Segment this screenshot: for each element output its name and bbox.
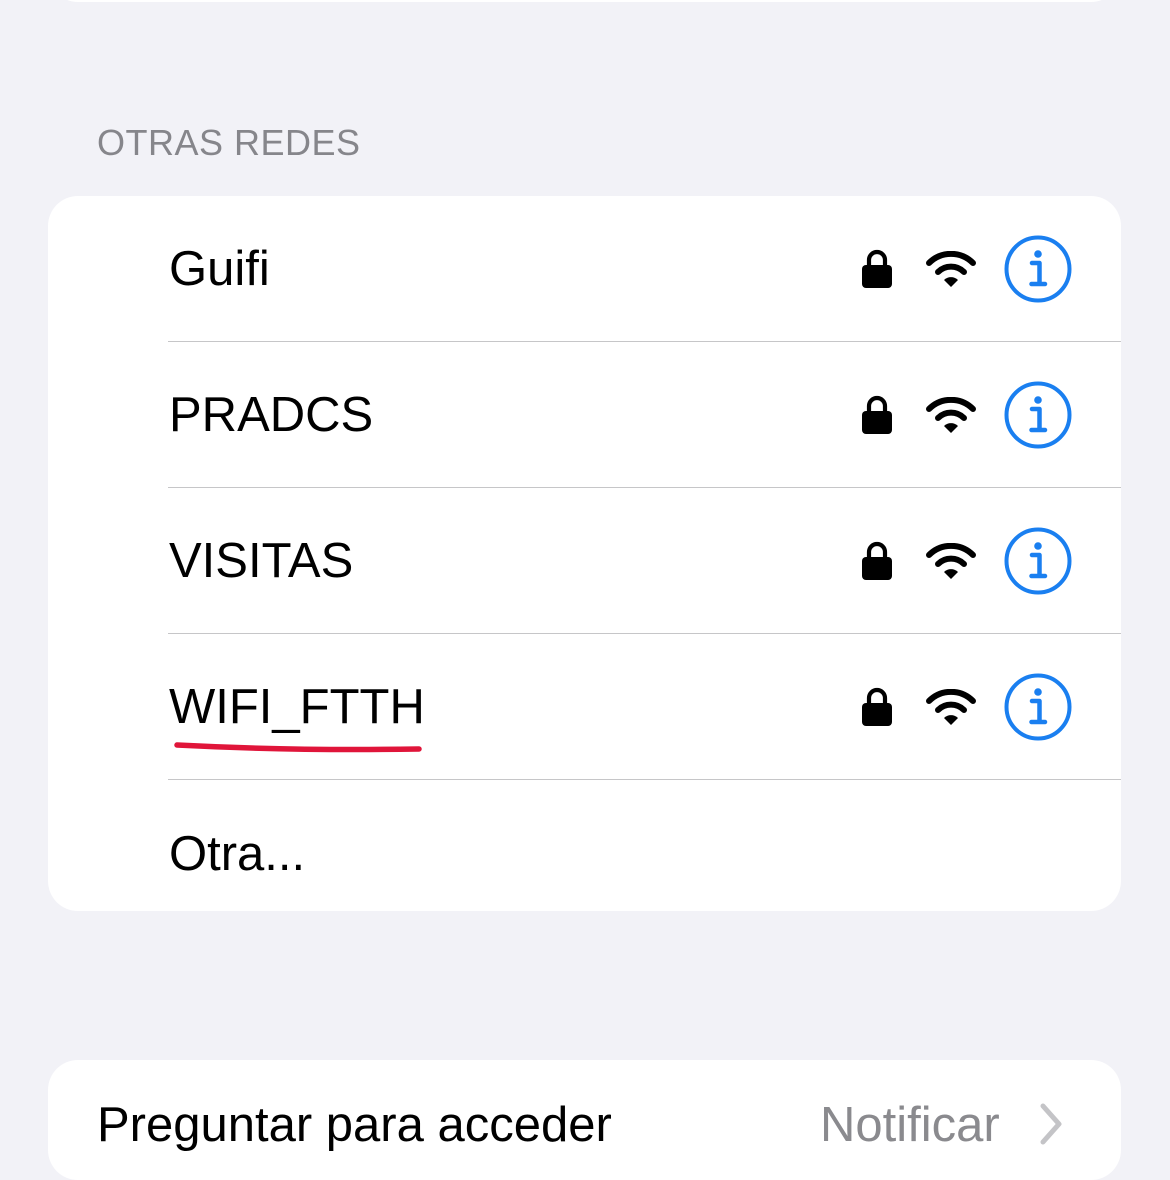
networks-list: Guifi PRADCS VISITAS WIFI_FTTH Otra... <box>48 196 1121 911</box>
lock-icon <box>862 395 892 434</box>
network-name: Guifi <box>169 242 270 296</box>
ask-to-join-row[interactable]: Preguntar para acceder Notificar <box>48 1060 1121 1180</box>
lock-icon <box>862 249 892 288</box>
info-icon[interactable] <box>1003 672 1073 742</box>
network-row-guifi[interactable]: Guifi <box>48 196 1121 342</box>
ask-to-join-value: Notificar <box>820 1098 1000 1152</box>
chevron-right-icon <box>1040 1103 1062 1145</box>
previous-card <box>48 0 1121 2</box>
ask-to-join-label: Preguntar para acceder <box>97 1098 612 1152</box>
lock-icon <box>862 541 892 580</box>
wifi-icon <box>926 397 976 433</box>
wifi-icon <box>926 543 976 579</box>
network-row-pradcs[interactable]: PRADCS <box>48 342 1121 488</box>
other-network-label: Otra... <box>169 827 306 881</box>
network-name: WIFI_FTTH <box>169 680 425 734</box>
wifi-icon <box>926 251 976 287</box>
wifi-icon <box>926 689 976 725</box>
network-name: VISITAS <box>169 534 354 588</box>
info-icon[interactable] <box>1003 526 1073 596</box>
network-name: PRADCS <box>169 388 374 442</box>
info-icon[interactable] <box>1003 380 1073 450</box>
network-row-wifi-ftth[interactable]: WIFI_FTTH <box>48 634 1121 780</box>
info-icon[interactable] <box>1003 234 1073 304</box>
lock-icon <box>862 687 892 726</box>
other-network-row[interactable]: Otra... <box>48 780 1121 911</box>
network-row-visitas[interactable]: VISITAS <box>48 488 1121 634</box>
red-underline-annotation <box>174 742 422 753</box>
section-header-other-networks: OTRAS REDES <box>97 122 361 163</box>
